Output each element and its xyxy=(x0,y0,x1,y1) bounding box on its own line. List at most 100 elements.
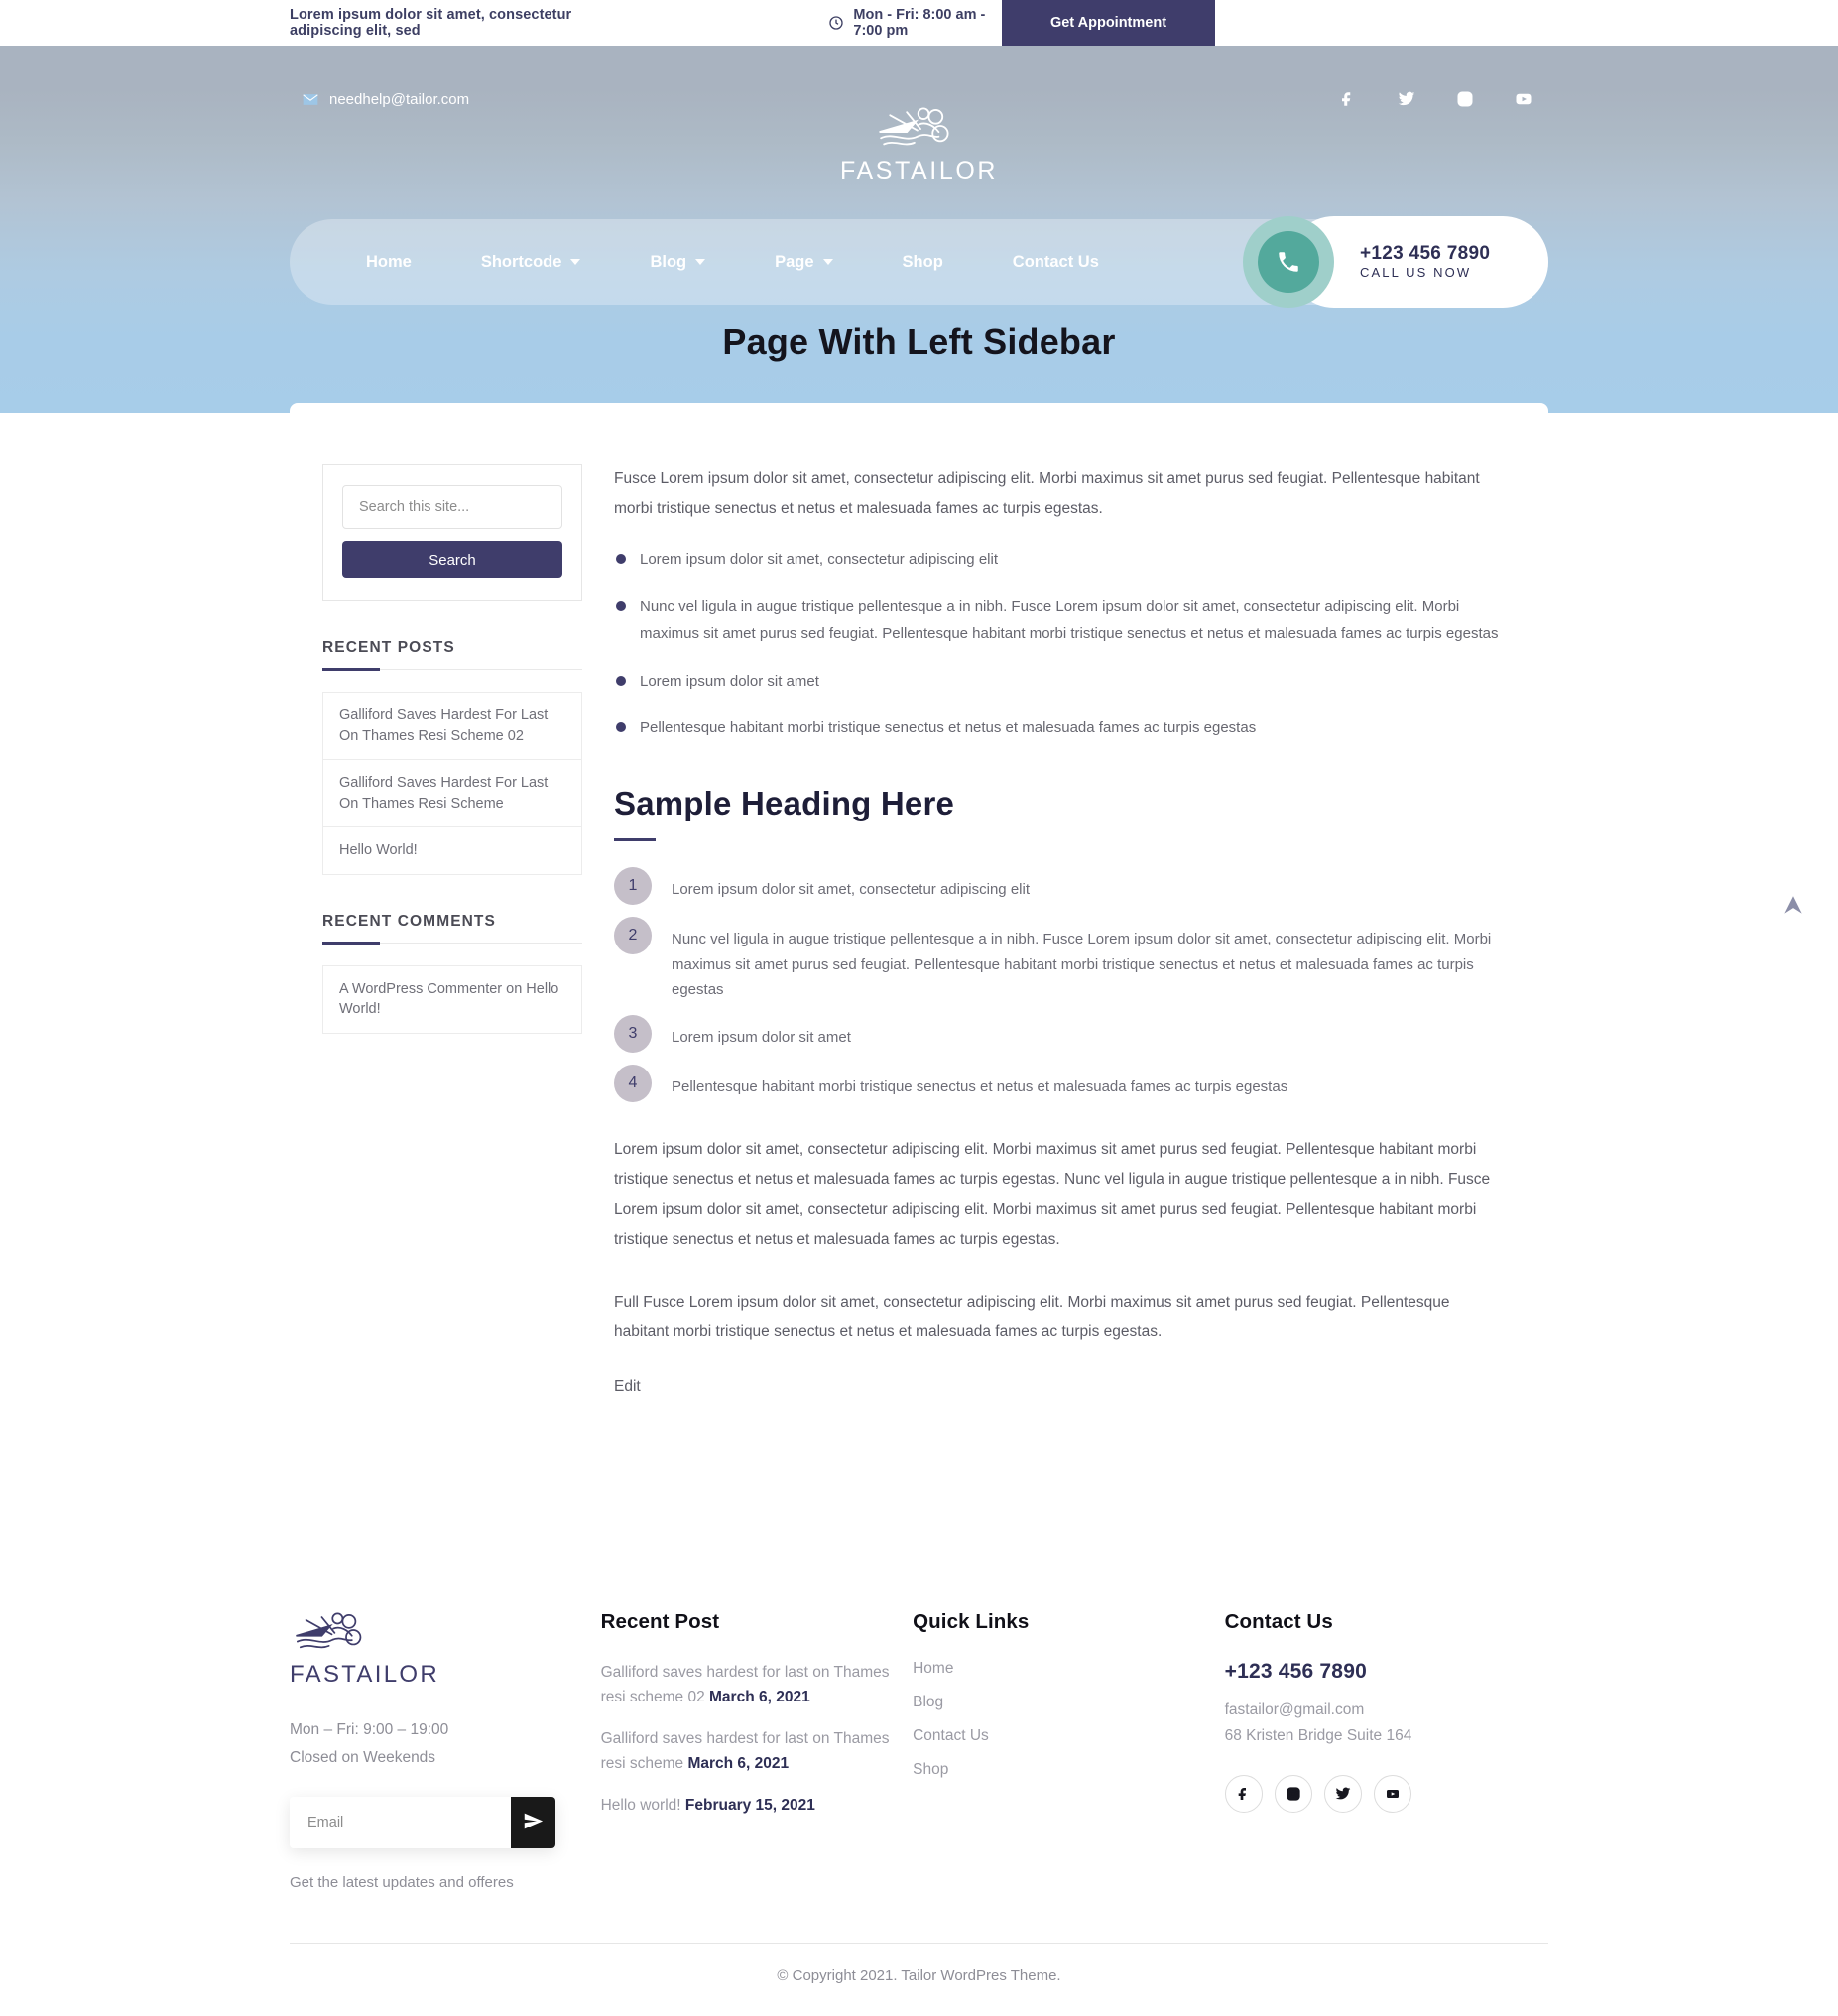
newsletter-note: Get the latest updates and offeres xyxy=(290,1873,514,1891)
list-item[interactable]: Hello World! xyxy=(323,827,581,874)
nav-item-home[interactable]: Home xyxy=(331,253,446,272)
footer-link-shop[interactable]: Shop xyxy=(913,1761,1225,1778)
nav-item-shortcode[interactable]: Shortcode xyxy=(446,253,616,272)
top-bar-tagline: Lorem ipsum dolor sit amet, consectetur … xyxy=(290,7,572,39)
footer-contact-title: Contact Us xyxy=(1224,1609,1333,1633)
list-item[interactable]: Galliford Saves Hardest For Last On Tham… xyxy=(323,760,581,828)
newsletter-send-button[interactable] xyxy=(511,1796,555,1848)
top-bar: Lorem ipsum dolor sit amet, consectetur … xyxy=(0,0,1838,46)
call-subtitle: CALL US NOW xyxy=(1360,265,1472,281)
facebook-icon[interactable] xyxy=(1339,90,1357,108)
bullet-list: Lorem ipsum dolor sit amet, consectetur … xyxy=(614,547,1499,741)
nav-label: Contact Us xyxy=(1012,252,1099,271)
top-bar-hours-text: Mon - Fri: 8:00 am - 7:00 pm xyxy=(853,7,986,39)
footer-columns: FASTAILOR Mon – Fri: 9:00 – 19:00 Closed… xyxy=(290,1604,1548,1943)
numbered-item: 2 Nunc vel ligula in augue tristique pel… xyxy=(614,916,1499,1003)
header-email-text: needhelp@tailor.com xyxy=(329,90,470,108)
footer-contact-phone[interactable]: +123 456 7890 xyxy=(1225,1660,1548,1684)
footer-recent-post-item[interactable]: Galliford saves hardest for last on Tham… xyxy=(601,1660,914,1709)
list-item[interactable]: A WordPress Commenter on Hello World! xyxy=(323,966,581,1033)
numbered-item-text: Lorem ipsum dolor sit amet, consectetur … xyxy=(672,880,1030,898)
bullet-item: Lorem ipsum dolor sit amet, consectetur … xyxy=(614,547,1499,573)
copyright-text: © Copyright 2021. Tailor WordPres Theme. xyxy=(290,1942,1548,2016)
youtube-icon[interactable] xyxy=(1515,90,1532,108)
numbered-item: 1 Lorem ipsum dolor sit amet, consectetu… xyxy=(614,866,1499,905)
nav-item-blog[interactable]: Blog xyxy=(615,253,740,272)
instagram-icon[interactable] xyxy=(1274,1774,1312,1813)
call-us-box[interactable]: +123 456 7890 CALL US NOW xyxy=(1243,216,1548,308)
site-logo-text: FASTAILOR xyxy=(839,157,999,185)
nav-label: Page xyxy=(775,252,814,271)
nav-item-contact-us[interactable]: Contact Us xyxy=(978,253,1134,272)
footer-brand-column: FASTAILOR Mon – Fri: 9:00 – 19:00 Closed… xyxy=(290,1604,594,1891)
phone-icon xyxy=(1258,231,1319,293)
number-badge: 1 xyxy=(614,866,652,905)
nav-label: Shortcode xyxy=(480,252,562,271)
facebook-icon[interactable] xyxy=(1224,1774,1263,1813)
recent-comments-list: A WordPress Commenter on Hello World! xyxy=(322,964,582,1035)
recent-posts-title: RECENT POSTS xyxy=(322,639,582,671)
site-footer: FASTAILOR Mon – Fri: 9:00 – 19:00 Closed… xyxy=(290,1604,1548,2016)
header-social-links xyxy=(1339,90,1532,108)
numbered-item-text: Nunc vel ligula in augue tristique pelle… xyxy=(672,930,1492,999)
search-input[interactable] xyxy=(342,485,562,529)
recent-posts-list: Galliford Saves Hardest For Last On Tham… xyxy=(322,692,582,875)
tailor-scissors-logo-icon xyxy=(874,97,965,155)
youtube-icon[interactable] xyxy=(1373,1774,1411,1813)
call-text-block: +123 456 7890 CALL US NOW xyxy=(1360,242,1490,283)
number-badge: 3 xyxy=(614,1015,652,1054)
nav-item-page[interactable]: Page xyxy=(740,253,867,272)
search-button[interactable]: Search xyxy=(342,541,562,578)
main-navigation: Home Shortcode Blog Page Shop Contact Us xyxy=(290,216,1548,308)
recent-comments-title: RECENT COMMENTS xyxy=(322,913,582,945)
instagram-icon[interactable] xyxy=(1456,90,1474,108)
body-paragraph-2: Full Fusce Lorem ipsum dolor sit amet, c… xyxy=(614,1294,1450,1341)
numbered-item-text: Pellentesque habitant morbi tristique se… xyxy=(672,1078,1288,1096)
nav-item-shop[interactable]: Shop xyxy=(868,253,978,272)
heading-underline xyxy=(614,837,656,841)
footer-recent-post-date: February 15, 2021 xyxy=(684,1797,815,1815)
tailor-scissors-logo-icon xyxy=(290,1604,594,1656)
nav-label: Home xyxy=(366,252,412,271)
hero-header: needhelp@tailor.com FASTAILOR Home Short… xyxy=(0,46,1838,413)
twitter-icon[interactable] xyxy=(1323,1774,1362,1813)
list-item[interactable]: Galliford Saves Hardest For Last On Tham… xyxy=(323,693,581,761)
bullet-item: Nunc vel ligula in augue tristique pelle… xyxy=(614,594,1499,647)
header-email[interactable]: needhelp@tailor.com xyxy=(303,91,469,108)
chevron-down-icon xyxy=(695,259,706,265)
scroll-to-top-button[interactable] xyxy=(1780,893,1806,919)
footer-recent-post-date: March 6, 2021 xyxy=(687,1754,790,1772)
footer-quick-links-title: Quick Links xyxy=(913,1609,1030,1633)
edit-link[interactable]: Edit xyxy=(614,1378,641,1396)
section-heading: Sample Heading Here xyxy=(614,784,955,821)
footer-recent-post-column: Recent Post Galliford saves hardest for … xyxy=(601,1604,914,1891)
footer-logo-text: FASTAILOR xyxy=(290,1660,439,1688)
footer-recent-post-item[interactable]: Hello world! February 15, 2021 xyxy=(601,1793,914,1818)
main-content: Fusce Lorem ipsum dolor sit amet, consec… xyxy=(614,464,1548,1396)
footer-link-home[interactable]: Home xyxy=(913,1660,1225,1677)
number-badge: 4 xyxy=(614,1065,652,1103)
footer-recent-post-item[interactable]: Galliford saves hardest for last on Tham… xyxy=(601,1726,914,1776)
nav-menu: Home Shortcode Blog Page Shop Contact Us xyxy=(331,253,1134,272)
site-logo[interactable]: FASTAILOR xyxy=(840,97,998,186)
footer-contact-column: Contact Us +123 456 7890 fastailor@gmail… xyxy=(1224,1604,1548,1891)
twitter-icon[interactable] xyxy=(1398,90,1415,108)
footer-recent-post-text: Hello world! xyxy=(600,1797,681,1815)
newsletter-email-input[interactable] xyxy=(290,1796,511,1848)
footer-contact-email[interactable]: fastailor@gmail.com xyxy=(1225,1698,1548,1723)
get-appointment-button[interactable]: Get Appointment xyxy=(1002,0,1215,46)
send-icon xyxy=(523,1811,544,1834)
content-card: Search RECENT POSTS Galliford Saves Hard… xyxy=(290,403,1548,1436)
footer-link-blog[interactable]: Blog xyxy=(913,1694,1225,1710)
footer-hours-weekend: Closed on Weekends xyxy=(290,1749,436,1767)
chevron-down-icon xyxy=(822,259,833,265)
numbered-item: 4 Pellentesque habitant morbi tristique … xyxy=(614,1065,1499,1103)
page-title: Page With Left Sidebar xyxy=(722,321,1116,362)
footer-link-contact-us[interactable]: Contact Us xyxy=(913,1727,1225,1744)
body-paragraph-1: Lorem ipsum dolor sit amet, consectetur … xyxy=(614,1141,1491,1248)
top-bar-hours: Mon - Fri: 8:00 am - 7:00 pm xyxy=(828,7,1002,39)
header-top-row: needhelp@tailor.com FASTAILOR xyxy=(0,46,1838,185)
left-sidebar: Search RECENT POSTS Galliford Saves Hard… xyxy=(322,464,582,1396)
footer-hours-weekday: Mon – Fri: 9:00 – 19:00 xyxy=(290,1720,449,1738)
footer-social-links xyxy=(1224,1774,1548,1813)
